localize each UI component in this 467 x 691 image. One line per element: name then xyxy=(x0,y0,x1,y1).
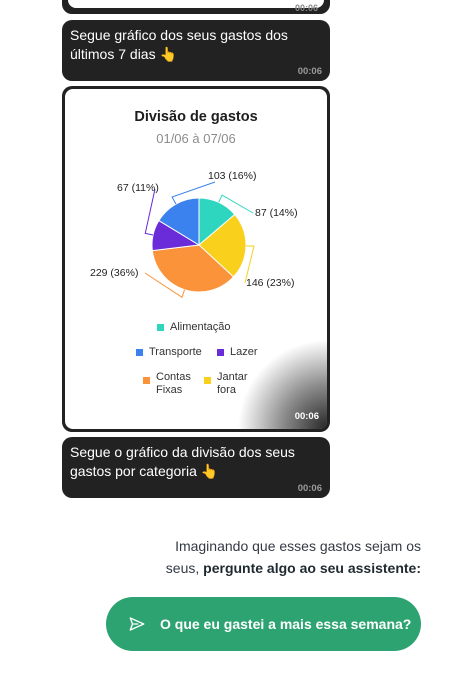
chart-container: Divisão de gastos 01/06 à 07/06 87 (14%)… xyxy=(65,89,327,429)
legend-item-alimentacao: Alimentação xyxy=(157,321,231,334)
pie-data-label: 146 (23%) xyxy=(246,277,294,289)
legend-label: Contas Fixas xyxy=(156,371,191,396)
assistant-prompt: Imaginando que esses gastos sejam os seu… xyxy=(120,535,421,579)
pie-data-label: 229 (36%) xyxy=(90,267,138,279)
pie-data-label: 67 (11%) xyxy=(117,182,159,194)
previous-message-bubble: 00:06 xyxy=(62,0,330,14)
message-time: 00:06 xyxy=(297,66,322,77)
suggested-question-button[interactable]: O que eu gastei a mais essa semana? xyxy=(106,597,421,651)
chat-message: Segue gráfico dos seus gastos dos último… xyxy=(62,20,330,81)
pie-data-label: 103 (16%) xyxy=(208,170,256,182)
chart-message[interactable]: Divisão de gastos 01/06 à 07/06 87 (14%)… xyxy=(62,86,330,432)
message-text: Segue gráfico dos seus gastos dos último… xyxy=(70,27,288,62)
prompt-line-1: Imaginando que esses gastos sejam os xyxy=(175,538,421,554)
message-time: 00:06 xyxy=(294,411,319,422)
prompt-line-2: seus, pergunte algo ao seu assistente: xyxy=(120,557,421,579)
chat-message: Segue o gráfico da divisão dos seus gast… xyxy=(62,437,330,498)
legend-label: Transporte xyxy=(149,346,202,358)
message-time: 00:06 xyxy=(297,483,322,494)
legend-swatch xyxy=(217,349,224,356)
prompt-bold: pergunte algo ao seu assistente: xyxy=(203,560,421,576)
legend-swatch xyxy=(204,377,211,384)
legend-swatch xyxy=(136,349,143,356)
legend-swatch xyxy=(157,324,164,331)
message-time: 00:06 xyxy=(294,3,318,13)
message-text: Segue o gráfico da divisão dos seus gast… xyxy=(70,444,295,479)
prompt-prefix: seus, xyxy=(165,560,204,576)
suggested-question-label: O que eu gastei a mais essa semana? xyxy=(160,615,412,632)
legend-swatch xyxy=(143,377,150,384)
send-icon xyxy=(129,617,145,631)
legend-label: Alimentação xyxy=(170,321,231,333)
legend-item-contas-fixas: Contas Fixas xyxy=(143,371,203,397)
legend-item-transporte: Transporte xyxy=(136,346,202,359)
pie-label-line xyxy=(144,188,156,236)
pie-data-label: 87 (14%) xyxy=(255,207,298,219)
